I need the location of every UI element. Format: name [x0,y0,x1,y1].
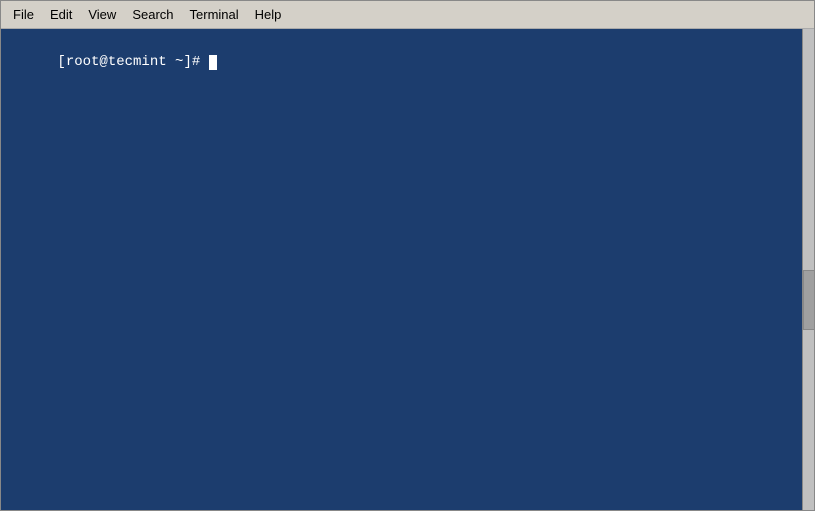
menubar: File Edit View Search Terminal Help [1,1,814,29]
menu-help[interactable]: Help [247,4,290,25]
scrollbar[interactable] [802,29,814,510]
scrollbar-thumb[interactable] [803,270,814,330]
menu-file[interactable]: File [5,4,42,25]
menu-view[interactable]: View [80,4,124,25]
menu-search[interactable]: Search [124,4,181,25]
terminal-output: [root@tecmint ~]# [7,33,808,92]
menu-terminal[interactable]: Terminal [182,4,247,25]
menu-edit[interactable]: Edit [42,4,80,25]
terminal-prompt: [root@tecmint ~]# [57,54,208,70]
terminal-window: File Edit View Search Terminal Help [roo… [0,0,815,511]
terminal-cursor [209,55,217,70]
terminal-area[interactable]: [root@tecmint ~]# [1,29,814,510]
